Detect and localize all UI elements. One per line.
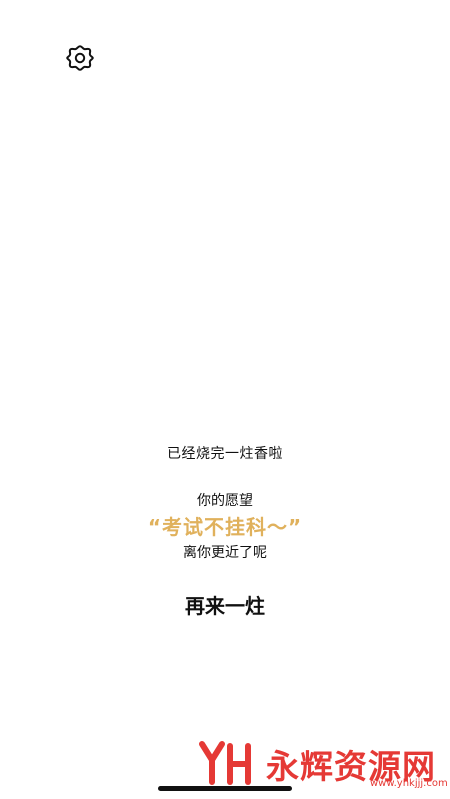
burn-again-button[interactable]: 再来一炷 [150, 590, 300, 622]
gear-icon [65, 43, 95, 73]
home-indicator[interactable] [158, 786, 292, 791]
wish-text: “考试不挂科～” [147, 515, 303, 539]
wish-label: 你的愿望 [197, 493, 253, 509]
settings-button[interactable] [65, 43, 95, 73]
burn-complete-text: 已经烧完一炷香啦 [167, 446, 283, 462]
wish-closer-text: 离你更近了呢 [183, 545, 267, 561]
watermark: 永辉资源网 www.yhkjjj.com [198, 738, 448, 790]
watermark-logo-icon [198, 738, 260, 790]
watermark-url: www.yhkjjj.com [370, 778, 448, 789]
